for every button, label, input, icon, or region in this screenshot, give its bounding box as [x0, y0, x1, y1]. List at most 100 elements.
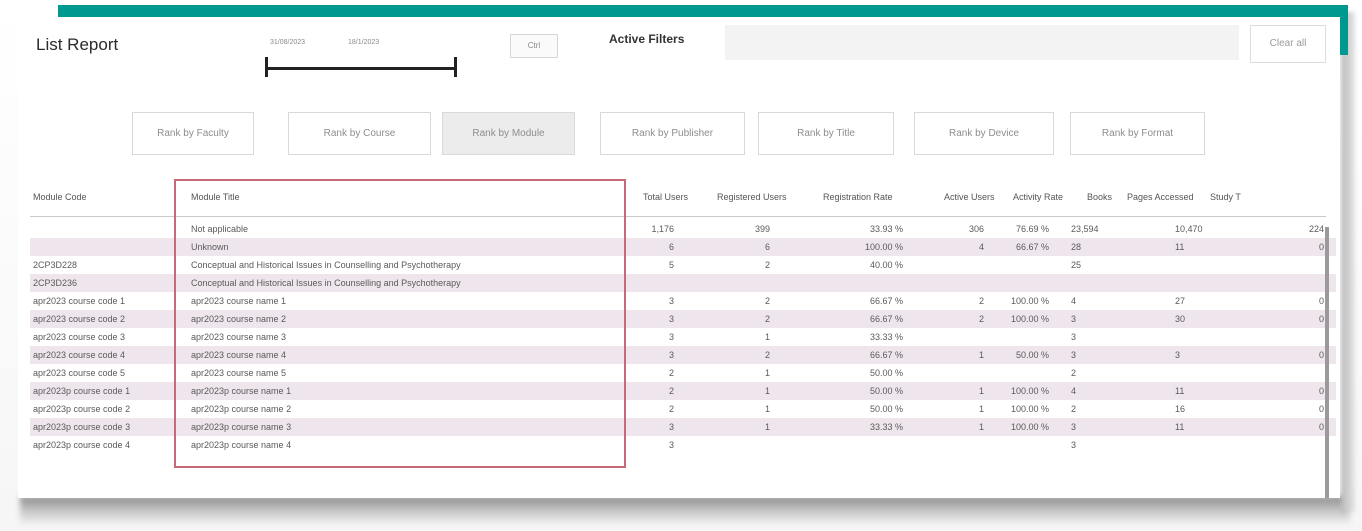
- rank-by-faculty-button[interactable]: Rank by Faculty: [132, 112, 254, 155]
- cell-registered: 1: [764, 386, 770, 396]
- cell-reg-rate: 33.93 %: [869, 224, 903, 234]
- cell-total: 3: [668, 440, 674, 450]
- column-header-module-code[interactable]: Module Code: [33, 192, 87, 202]
- cell-study: 0: [1318, 242, 1324, 252]
- cell-reg-rate: 33.33 %: [869, 422, 903, 432]
- cell-act-rate: 100.00 %: [1010, 404, 1049, 414]
- cell-code: apr2023p course code 3: [33, 422, 131, 432]
- table-row[interactable]: apr2023 course code 5 apr2023 course name…: [30, 364, 1336, 382]
- table-row[interactable]: Unknown 6 6 100.00 % 4 66.67 % 28 11 0: [30, 238, 1336, 256]
- cell-total: 6: [668, 242, 674, 252]
- cell-total: 3: [668, 296, 674, 306]
- cell-active: 1: [978, 350, 984, 360]
- cell-total: 1,176: [651, 224, 674, 234]
- cell-title: apr2023p course name 1: [191, 386, 292, 396]
- cell-active: 2: [978, 296, 984, 306]
- cell-registered: 2: [764, 260, 770, 270]
- cell-reg-rate: 33.33 %: [869, 332, 903, 342]
- header-divider: [30, 216, 1326, 217]
- cell-title: apr2023p course name 3: [191, 422, 292, 432]
- date-start-label: 31/08/2023: [270, 39, 306, 46]
- cell-act-rate: 76.69 %: [1015, 224, 1049, 234]
- table-row[interactable]: apr2023p course code 1 apr2023p course na…: [30, 382, 1336, 400]
- cell-code: 2CP3D236: [33, 278, 78, 288]
- cell-books: 2: [1071, 368, 1077, 378]
- column-header-books[interactable]: Books: [1087, 192, 1112, 202]
- cell-registered: 1: [764, 422, 770, 432]
- column-header-active-users[interactable]: Active Users: [944, 192, 995, 202]
- table-row[interactable]: apr2023 course code 4 apr2023 course name…: [30, 346, 1336, 364]
- ctrl-button[interactable]: Ctrl: [510, 34, 558, 58]
- cell-reg-rate: 50.00 %: [869, 386, 903, 396]
- cell-act-rate: 100.00 %: [1010, 422, 1049, 432]
- cell-reg-rate: 66.67 %: [869, 350, 903, 360]
- table-row[interactable]: apr2023p course code 4 apr2023p course na…: [30, 436, 1336, 454]
- date-range-slider[interactable]: [266, 67, 456, 70]
- cell-title: apr2023 course name 1: [191, 296, 287, 306]
- cell-books: 3: [1071, 314, 1077, 324]
- cell-code: apr2023p course code 2: [33, 404, 131, 414]
- column-header-registered-users[interactable]: Registered Users: [717, 192, 787, 202]
- cell-act-rate: 100.00 %: [1010, 314, 1049, 324]
- table-row[interactable]: apr2023p course code 2 apr2023p course na…: [30, 400, 1336, 418]
- cell-study: 0: [1318, 386, 1324, 396]
- cell-total: 2: [668, 386, 674, 396]
- column-header-pages-accessed[interactable]: Pages Accessed: [1127, 192, 1194, 202]
- rank-by-device-button[interactable]: Rank by Device: [914, 112, 1054, 155]
- cell-total: 2: [668, 368, 674, 378]
- cell-registered: 399: [754, 224, 770, 234]
- cell-reg-rate: 100.00 %: [864, 242, 903, 252]
- cell-registered: 2: [764, 296, 770, 306]
- rank-by-title-button[interactable]: Rank by Title: [758, 112, 894, 155]
- cell-study: 0: [1318, 314, 1324, 324]
- cell-title: Unknown: [191, 242, 229, 252]
- cell-title: apr2023p course name 4: [191, 440, 292, 450]
- cell-books: 3: [1071, 440, 1077, 450]
- cell-pages: 16: [1175, 404, 1186, 414]
- cell-active: 1: [978, 386, 984, 396]
- vertical-scrollbar[interactable]: [1325, 227, 1329, 498]
- active-filters-box[interactable]: [725, 25, 1239, 60]
- date-slider-start-handle[interactable]: [265, 57, 268, 77]
- table-row[interactable]: apr2023 course code 1 apr2023 course name…: [30, 292, 1336, 310]
- cell-code: apr2023p course code 4: [33, 440, 131, 450]
- cell-books: 4: [1071, 386, 1077, 396]
- column-header-total-users[interactable]: Total Users: [643, 192, 688, 202]
- table-row[interactable]: 2CP3D228 Conceptual and Historical Issues…: [30, 256, 1336, 274]
- table-row[interactable]: apr2023p course code 3 apr2023p course na…: [30, 418, 1336, 436]
- cell-pages: 11: [1175, 422, 1185, 432]
- column-header-activity-rate[interactable]: Activity Rate: [1013, 192, 1063, 202]
- cell-books: 2: [1071, 404, 1077, 414]
- rank-by-publisher-button[interactable]: Rank by Publisher: [600, 112, 745, 155]
- cell-act-rate: 100.00 %: [1010, 296, 1049, 306]
- cell-total: 3: [668, 422, 674, 432]
- cell-books: 3: [1071, 350, 1077, 360]
- cell-title: apr2023 course name 5: [191, 368, 287, 378]
- cell-books: 28: [1071, 242, 1082, 252]
- cell-act-rate: 50.00 %: [1015, 350, 1049, 360]
- table-row[interactable]: 2CP3D236 Conceptual and Historical Issues…: [30, 274, 1336, 292]
- table-row[interactable]: Not applicable 1,176 399 33.93 % 306 76.69 % 2…: [30, 220, 1336, 238]
- rank-by-format-button[interactable]: Rank by Format: [1070, 112, 1205, 155]
- cell-study: 0: [1318, 422, 1324, 432]
- cell-reg-rate: 50.00 %: [869, 368, 903, 378]
- list-report-panel: List Report 31/08/2023 18/1/2023 Ctrl Ac…: [18, 17, 1340, 498]
- cell-registered: 1: [764, 404, 770, 414]
- cell-title: apr2023 course name 3: [191, 332, 287, 342]
- clear-all-button[interactable]: Clear all: [1250, 25, 1326, 63]
- column-header-study-time[interactable]: Study T: [1210, 192, 1241, 202]
- table-row[interactable]: apr2023 course code 3 apr2023 course name…: [30, 328, 1336, 346]
- table-row[interactable]: apr2023 course code 2 apr2023 course name…: [30, 310, 1336, 328]
- rank-by-module-button[interactable]: Rank by Module: [442, 112, 575, 155]
- rank-by-course-button[interactable]: Rank by Course: [288, 112, 431, 155]
- cell-total: 2: [668, 404, 674, 414]
- cell-registered: 2: [764, 350, 770, 360]
- cell-code: apr2023 course code 4: [33, 350, 126, 360]
- cell-code: apr2023 course code 5: [33, 368, 126, 378]
- cell-title: apr2023 course name 4: [191, 350, 287, 360]
- cell-title: Not applicable: [191, 224, 249, 234]
- column-header-module-title[interactable]: Module Title: [191, 192, 240, 202]
- date-slider-end-handle[interactable]: [454, 57, 457, 77]
- column-header-registration-rate[interactable]: Registration Rate: [823, 192, 893, 202]
- cell-code: apr2023 course code 1: [33, 296, 126, 306]
